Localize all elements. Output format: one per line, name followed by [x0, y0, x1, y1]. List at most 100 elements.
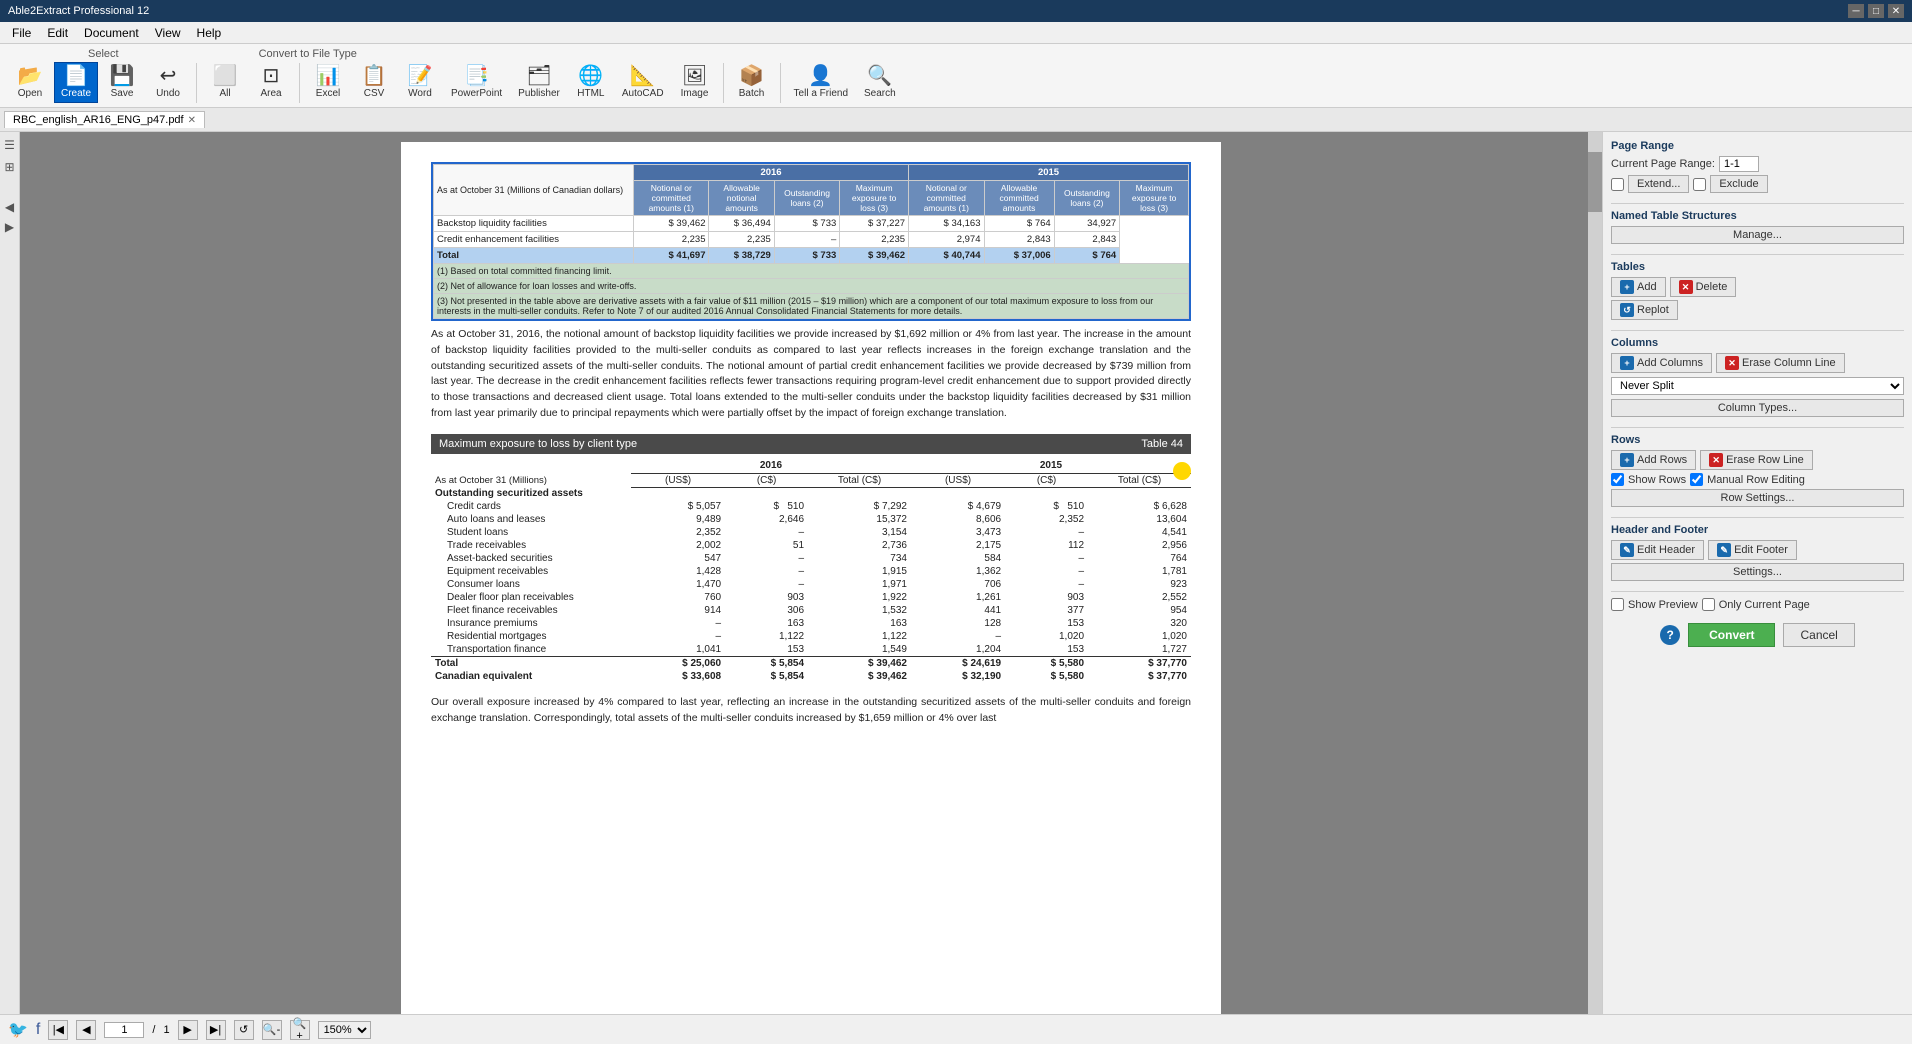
autocad-button[interactable]: 📐 AutoCAD — [615, 62, 671, 103]
show-preview-row: Show Preview Only Current Page — [1611, 598, 1904, 611]
tell-friend-button[interactable]: 👤 Tell a Friend — [787, 62, 855, 103]
row-total-v6: $ 37,006 — [984, 248, 1054, 264]
document-page: As at October 31 (Millions of Canadian d… — [401, 142, 1221, 1014]
table-row: Outstanding securitized assets — [431, 487, 1191, 500]
row-credit-v5: 2,974 — [909, 232, 984, 248]
doc-vertical-scrollbar[interactable] — [1588, 132, 1602, 1014]
menu-edit[interactable]: Edit — [39, 24, 76, 42]
row-consumer-v6: 923 — [1088, 578, 1191, 591]
zoom-select[interactable]: 150% 100% 75% — [318, 1021, 371, 1039]
manual-row-editing-checkbox[interactable] — [1690, 473, 1703, 486]
convert-button[interactable]: Convert — [1688, 623, 1775, 647]
tab-close-button[interactable]: ✕ — [188, 115, 196, 126]
help-button[interactable]: ? — [1660, 625, 1680, 645]
page-number-input[interactable] — [104, 1022, 144, 1038]
zoom-out-button[interactable]: 🔍- — [262, 1020, 282, 1040]
menu-document[interactable]: Document — [76, 24, 147, 42]
sidebar-nav-icon-2[interactable]: ▶ — [3, 218, 16, 236]
document-tab[interactable]: RBC_english_AR16_ENG_p47.pdf ✕ — [4, 111, 205, 128]
zoom-in-button[interactable]: 🔍+ — [290, 1020, 310, 1040]
col-us-2016: (US$) — [631, 473, 725, 487]
html-button[interactable]: 🌐 HTML — [569, 62, 613, 103]
close-button[interactable]: ✕ — [1888, 4, 1904, 18]
sidebar-page-icon[interactable]: ☰ — [2, 136, 17, 154]
publisher-button[interactable]: 🗂 Publisher — [511, 62, 567, 103]
sidebar-nav-icon-1[interactable]: ◀ — [3, 198, 16, 216]
menu-view[interactable]: View — [147, 24, 189, 42]
only-current-page-checkbox[interactable] — [1702, 598, 1715, 611]
table-row: Credit cards $ 5,057 $ 510 $ 7,292 $ 4,6… — [431, 500, 1191, 513]
row-fleet-v5: 377 — [1005, 604, 1088, 617]
edit-footer-button[interactable]: ✎ Edit Footer — [1708, 540, 1797, 560]
add-columns-button[interactable]: + Add Columns — [1611, 353, 1712, 373]
csv-button[interactable]: 📋 CSV — [352, 62, 396, 103]
row-trade-rec-v1: 2,002 — [631, 539, 725, 552]
nav-next-button[interactable]: ▶ — [178, 1020, 198, 1040]
erase-row-button[interactable]: ✕ Erase Row Line — [1700, 450, 1813, 470]
scrollbar-thumb[interactable] — [1588, 152, 1602, 212]
powerpoint-button[interactable]: 📑 PowerPoint — [444, 62, 509, 103]
show-rows-row: Show Rows Manual Row Editing — [1611, 473, 1904, 486]
yellow-indicator — [1173, 462, 1191, 480]
edit-header-label: Edit Header — [1637, 544, 1695, 556]
page-total: 1 — [163, 1024, 169, 1036]
search-button[interactable]: 🔍 Search — [857, 62, 903, 103]
manage-button[interactable]: Manage... — [1611, 226, 1904, 244]
column-types-button[interactable]: Column Types... — [1611, 399, 1904, 417]
col-outstanding-loans-1: Outstanding loans (2) — [774, 181, 840, 216]
col-cs-2015: (C$) — [1005, 473, 1088, 487]
show-preview-checkbox[interactable] — [1611, 598, 1624, 611]
rows-buttons: + Add Rows ✕ Erase Row Line — [1611, 450, 1904, 470]
batch-button[interactable]: 📦 Batch — [730, 62, 774, 103]
excel-button[interactable]: 📊 Excel — [306, 62, 350, 103]
sidebar-thumbnail-icon[interactable]: ⊞ — [2, 158, 16, 176]
never-split-select[interactable]: Never Split — [1611, 377, 1904, 395]
divider-3 — [1611, 330, 1904, 331]
undo-button[interactable]: ↩ Undo — [146, 62, 190, 103]
show-rows-checkbox[interactable] — [1611, 473, 1624, 486]
replot-button[interactable]: ↺ Replot — [1611, 300, 1678, 320]
menu-help[interactable]: Help — [189, 24, 230, 42]
add-icon: + — [1620, 280, 1634, 294]
row-canadian-v3: $ 39,462 — [808, 670, 911, 683]
add-table-button[interactable]: + Add — [1611, 277, 1666, 297]
cancel-button[interactable]: Cancel — [1783, 623, 1854, 647]
exclude-button[interactable]: Exclude — [1710, 175, 1767, 193]
save-button[interactable]: 💾 Save — [100, 62, 144, 103]
edit-header-button[interactable]: ✎ Edit Header — [1611, 540, 1704, 560]
maximize-button[interactable]: □ — [1868, 4, 1884, 18]
area-button[interactable]: ⊡ Area — [249, 62, 293, 103]
nav-last-button[interactable]: ▶| — [206, 1020, 226, 1040]
create-button[interactable]: 📄 Create — [54, 62, 98, 103]
settings-button[interactable]: Settings... — [1611, 563, 1904, 581]
current-page-input[interactable] — [1719, 156, 1759, 172]
nav-first-button[interactable]: |◀ — [48, 1020, 68, 1040]
row-backstop-v2: $ 36,494 — [709, 216, 774, 232]
add-rows-button[interactable]: + Add Rows — [1611, 450, 1696, 470]
minimize-button[interactable]: ─ — [1848, 4, 1864, 18]
extend-button[interactable]: Extend... — [1628, 175, 1689, 193]
menu-file[interactable]: File — [4, 24, 39, 42]
all-button[interactable]: ⬜ All — [203, 62, 247, 103]
row-fleet-v6: 954 — [1088, 604, 1191, 617]
exclude-checkbox[interactable] — [1693, 178, 1706, 191]
html-label: HTML — [577, 88, 604, 99]
word-button[interactable]: 📝 Word — [398, 62, 442, 103]
row-canadian-v5: $ 5,580 — [1005, 670, 1088, 683]
extend-checkbox[interactable] — [1611, 178, 1624, 191]
refresh-button[interactable]: ↺ — [234, 1020, 254, 1040]
left-sidebar: ☰ ⊞ ◀ ▶ — [0, 132, 20, 1014]
image-button[interactable]: 🖼 Image — [673, 62, 717, 103]
row-settings-button[interactable]: Row Settings... — [1611, 489, 1904, 507]
delete-table-button[interactable]: ✕ Delete — [1670, 277, 1737, 297]
row-insurance-label: Insurance premiums — [431, 617, 631, 630]
table-row: Auto loans and leases 9,489 2,646 15,372… — [431, 513, 1191, 526]
publisher-label: Publisher — [518, 88, 560, 99]
nav-prev-button[interactable]: ◀ — [76, 1020, 96, 1040]
document-scroll[interactable]: As at October 31 (Millions of Canadian d… — [20, 132, 1602, 1014]
edit-header-icon: ✎ — [1620, 543, 1634, 557]
open-button[interactable]: 📂 Open — [8, 62, 52, 103]
publisher-icon: 🗂 — [526, 66, 551, 86]
erase-column-button[interactable]: ✕ Erase Column Line — [1716, 353, 1845, 373]
header-footer-buttons: ✎ Edit Header ✎ Edit Footer — [1611, 540, 1904, 560]
